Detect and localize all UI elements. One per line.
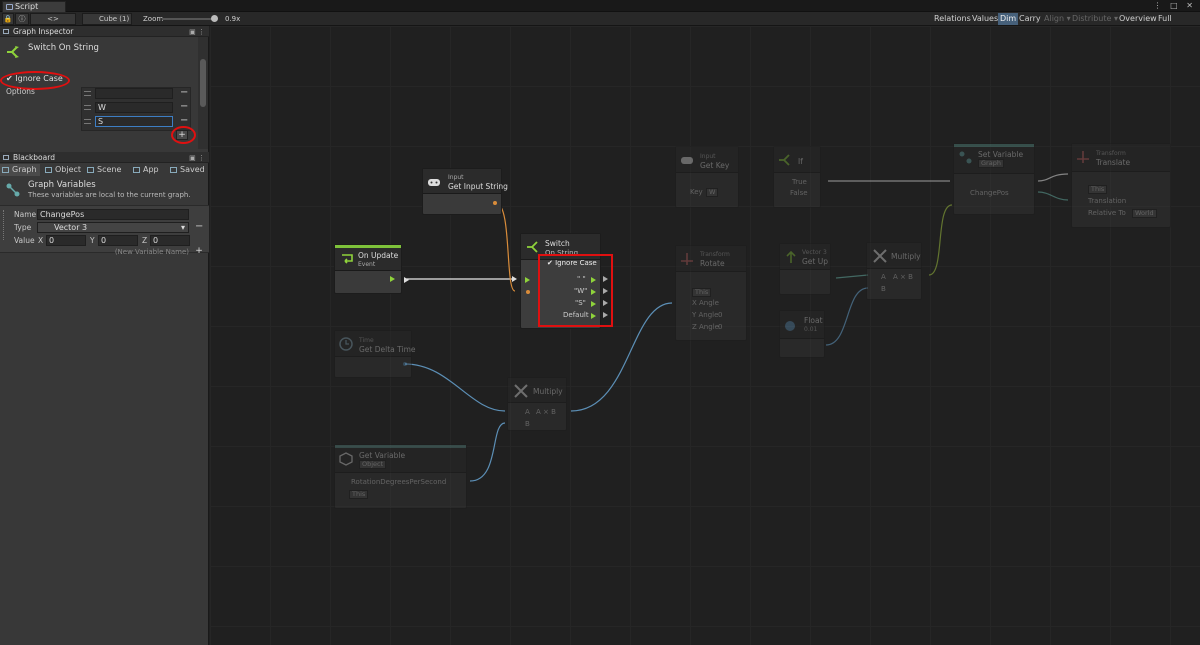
translate-title: Translate <box>1096 158 1131 167</box>
multiply-a-input-a: A <box>525 408 530 416</box>
clock-icon <box>339 337 353 351</box>
get-delta-time-node[interactable]: Time Get Delta Time <box>334 330 416 378</box>
vector3-subtitle: Vector 3 <box>802 249 827 256</box>
float-out-port[interactable] <box>403 362 407 366</box>
input-subtitle: Input <box>448 174 464 181</box>
flow-in-port[interactable] <box>525 277 530 283</box>
if-node[interactable]: If True False <box>773 146 821 208</box>
cube-variable-icon <box>339 452 353 466</box>
variable-kind-dropdown[interactable]: Object <box>359 460 387 469</box>
float-value[interactable]: 0.01 <box>804 326 817 333</box>
set-variable-name: ChangePos <box>970 189 1009 197</box>
input-string-title: Get Input String <box>448 182 508 191</box>
vector3-title: Get Up <box>802 257 829 266</box>
rotate-title: Rotate <box>700 259 725 268</box>
relative-to-dropdown[interactable]: World <box>1132 209 1157 218</box>
rotate-subtitle: Transform <box>700 251 730 258</box>
if-title: If <box>798 157 803 166</box>
get-variable-title: Get Variable <box>359 451 406 460</box>
multiply-node-a[interactable]: Multiply A A × B B <box>507 377 567 431</box>
float-icon <box>785 321 795 331</box>
translate-subtitle: Transform <box>1096 150 1126 157</box>
switch-title: Switch <box>545 239 570 248</box>
rotate-target[interactable]: This <box>692 288 712 297</box>
vector-arrow-icon <box>786 250 796 263</box>
translate-target[interactable]: This <box>1088 185 1108 194</box>
get-variable-node[interactable]: Get Variable Object RotationDegreesPerSe… <box>334 444 467 509</box>
multiply-b-output: A × B <box>893 273 913 281</box>
multiply-a-title: Multiply <box>533 387 563 396</box>
variable-graph-icon <box>959 151 972 164</box>
multiply-a-input-b: B <box>525 420 530 428</box>
delta-time-subtitle: Time <box>359 337 374 344</box>
key-label: Key <box>690 188 703 196</box>
flow-connector-icon <box>404 277 409 283</box>
multiply-icon <box>873 249 887 263</box>
variable-name-label: RotationDegreesPerSecond <box>351 478 447 486</box>
multiply-icon <box>514 384 528 398</box>
rotate-y-value[interactable]: 0 <box>718 311 722 319</box>
rotate-z-label: Z Angle <box>692 323 719 331</box>
set-variable-kind[interactable]: Graph <box>978 159 1004 168</box>
gamepad-icon <box>428 179 440 186</box>
event-loop-icon <box>342 254 353 264</box>
translation-label: Translation <box>1088 197 1127 205</box>
transform-icon <box>1077 151 1089 163</box>
on-update-node[interactable]: On Update Event <box>334 244 409 294</box>
set-variable-title: Set Variable <box>978 150 1024 159</box>
multiply-b-title: Multiply <box>891 252 921 261</box>
get-key-node[interactable]: Input Get Key Key W <box>675 146 739 208</box>
string-in-port[interactable] <box>526 290 530 294</box>
rotate-x-label: X Angle <box>692 299 719 307</box>
string-out-port[interactable] <box>493 201 497 205</box>
on-update-subtitle: Event <box>358 261 376 268</box>
get-input-string-node[interactable]: Input Get Input String <box>422 168 508 215</box>
rotate-z-value[interactable]: 0 <box>718 323 722 331</box>
relative-to-label: Relative To <box>1088 209 1126 217</box>
multiply-b-input-b: B <box>881 285 886 293</box>
float-node[interactable]: Float 0.01 <box>779 310 825 358</box>
gamepad-icon <box>681 157 693 164</box>
if-true-label: True <box>792 178 807 186</box>
get-key-title: Get Key <box>700 161 730 170</box>
variable-target-field[interactable]: This <box>349 490 369 499</box>
rotate-node[interactable]: Transform Rotate This X Angle Y Angle 0 … <box>675 245 747 341</box>
multiply-b-input-a: A <box>881 273 886 281</box>
set-variable-node[interactable]: Set Variable Graph ChangePos <box>953 143 1035 215</box>
if-false-label: False <box>790 189 808 197</box>
highlight-box-switch-options <box>538 254 613 327</box>
float-title: Float <box>804 316 823 325</box>
key-dropdown[interactable]: W <box>706 188 719 197</box>
switch-icon <box>527 241 538 253</box>
translate-node[interactable]: Transform Translate This Translation Rel… <box>1071 143 1171 228</box>
delta-time-title: Get Delta Time <box>359 345 416 354</box>
vector3-get-up-node[interactable]: Vector 3 Get Up <box>779 243 831 295</box>
on-update-title: On Update <box>358 251 399 260</box>
multiply-node-b[interactable]: Multiply A A × B B <box>866 242 922 300</box>
branch-icon <box>779 154 790 166</box>
get-key-subtitle: Input <box>700 153 716 160</box>
transform-icon <box>681 253 693 265</box>
multiply-a-output: A × B <box>536 408 556 416</box>
rotate-y-label: Y Angle <box>692 311 719 319</box>
in-connector-icon <box>512 276 517 282</box>
flow-out-port[interactable] <box>390 276 395 282</box>
